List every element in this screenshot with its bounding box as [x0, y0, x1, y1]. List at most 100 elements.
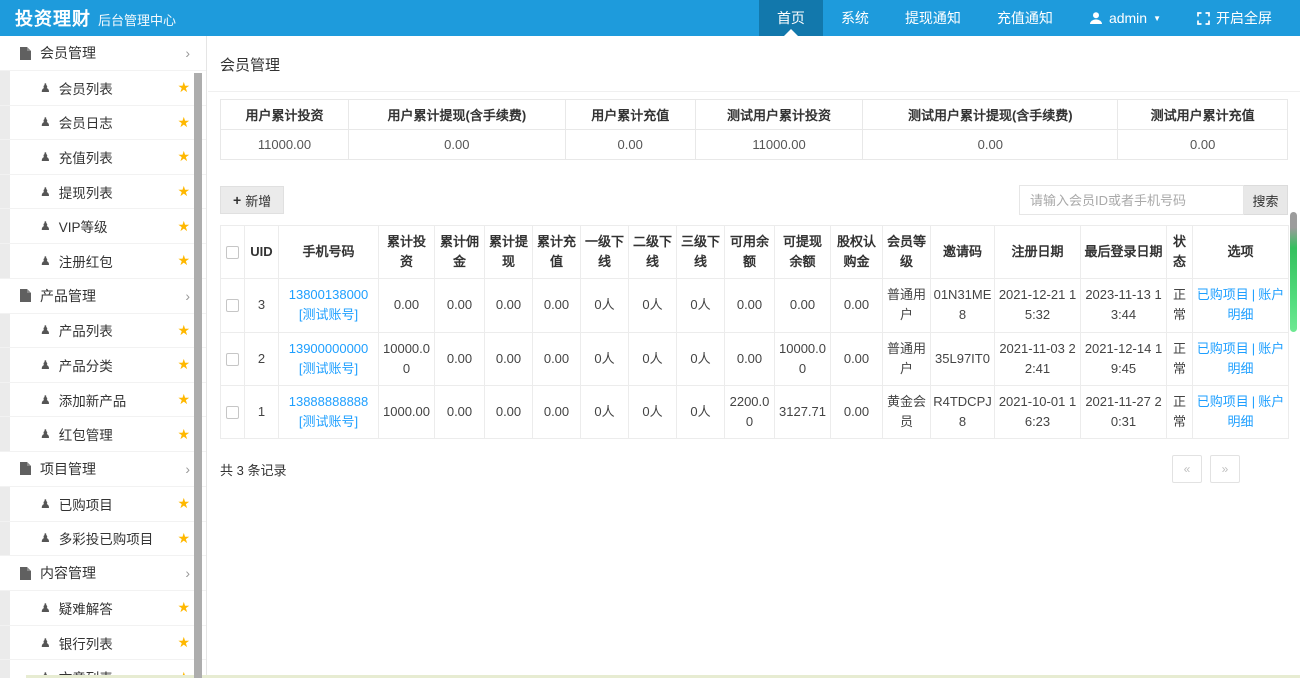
star-icon[interactable]: ★ [177, 183, 190, 200]
file-icon [20, 567, 31, 580]
star-icon[interactable]: ★ [177, 218, 190, 235]
cell-member-level: 普通用户 [883, 332, 931, 385]
star-icon[interactable]: ★ [177, 114, 190, 131]
cell-available-balance: 0.00 [725, 279, 775, 332]
cell-register-date: 2021-12-21 15:32 [995, 279, 1081, 332]
sidebar-item[interactable]: ♟ 充值列表 ★ [0, 140, 206, 175]
nav-item-0[interactable]: 首页 [759, 0, 823, 36]
cell-level1-downline: 0人 [581, 279, 629, 332]
next-page-button[interactable]: » [1210, 455, 1240, 483]
column-header: 状态 [1167, 226, 1193, 279]
sidebar-item[interactable]: ♟ 疑难解答 ★ [0, 591, 206, 626]
star-icon[interactable]: ★ [177, 530, 190, 547]
column-header: 最后登录日期 [1081, 226, 1167, 279]
star-icon[interactable]: ★ [177, 391, 190, 408]
stats-value: 11000.00 [221, 130, 349, 160]
prev-page-button[interactable]: « [1172, 455, 1202, 483]
sidebar-item-label: 产品分类 [59, 355, 113, 375]
nav-item-2[interactable]: 提现通知 [887, 0, 979, 36]
row-checkbox[interactable] [226, 353, 239, 366]
phone-link[interactable]: 13800138000 [测试账号] [289, 287, 369, 322]
cell-total-recharge: 0.00 [533, 332, 581, 385]
sidebar-item[interactable]: ♟ 已购项目 ★ [0, 487, 206, 522]
row-checkbox[interactable] [226, 299, 239, 312]
sidebar: 会员管理 › ♟ 会员列表 ★ ♟ 会员日志 ★ ♟ 充值列表 ★ ♟ 提现列表… [0, 36, 207, 678]
sidebar-item[interactable]: ♟ VIP等级 ★ [0, 209, 206, 244]
cell-last-login: 2021-12-14 19:45 [1081, 332, 1167, 385]
sidebar-group[interactable]: 内容管理 › [0, 556, 206, 591]
sidebar-item[interactable]: ♟ 多彩投已购项目 ★ [0, 522, 206, 557]
sidebar-item[interactable]: ♟ 银行列表 ★ [0, 626, 206, 661]
sidebar-item-label: 银行列表 [59, 633, 113, 653]
chevron-down-icon: ▼ [1153, 14, 1161, 23]
phone-link[interactable]: 13900000000 [测试账号] [289, 341, 369, 376]
star-icon[interactable]: ★ [177, 252, 190, 269]
stats-header: 用户累计提现(含手续费) [349, 100, 566, 130]
sidebar-group[interactable]: 产品管理 › [0, 279, 206, 314]
cell-select [221, 385, 245, 438]
sidebar-item[interactable]: ♟ 产品列表 ★ [0, 314, 206, 349]
star-icon[interactable]: ★ [177, 599, 190, 616]
cell-options: 已购项目|账户明细 [1193, 385, 1289, 438]
content-scrollbar[interactable] [1290, 212, 1297, 332]
sidebar-item[interactable]: ♟ 产品分类 ★ [0, 348, 206, 383]
cell-total-commission: 0.00 [435, 385, 485, 438]
search-button[interactable]: 搜索 [1244, 185, 1288, 215]
purchased-projects-link[interactable]: 已购项目 [1197, 287, 1249, 302]
nav-user-menu[interactable]: admin ▼ [1071, 0, 1179, 36]
sidebar-group[interactable]: 项目管理 › [0, 452, 206, 487]
cell-options: 已购项目|账户明细 [1193, 332, 1289, 385]
chevron-right-icon: › [185, 565, 190, 581]
cell-status: 正常 [1167, 279, 1193, 332]
select-all-checkbox[interactable] [226, 246, 239, 259]
sidebar-scrollbar[interactable] [194, 73, 202, 678]
star-icon[interactable]: ★ [177, 356, 190, 373]
cell-invite-code: 01N31ME8 [931, 279, 995, 332]
sidebar-item[interactable]: ♟ 红包管理 ★ [0, 417, 206, 452]
component-icon: ♟ [40, 359, 51, 371]
component-icon: ♟ [40, 637, 51, 649]
cell-level1-downline: 0人 [581, 385, 629, 438]
table-row: 1 13888888888 [测试账号] 1000.00 0.00 0.00 0… [221, 385, 1289, 438]
sidebar-item-label: 疑难解答 [59, 598, 113, 618]
purchased-projects-link[interactable]: 已购项目 [1197, 341, 1249, 356]
star-icon[interactable]: ★ [177, 634, 190, 651]
star-icon[interactable]: ★ [177, 495, 190, 512]
column-header: 选项 [1193, 226, 1289, 279]
star-icon[interactable]: ★ [177, 426, 190, 443]
star-icon[interactable]: ★ [177, 322, 190, 339]
sidebar-group[interactable]: 会员管理 › [0, 36, 206, 71]
sidebar-item[interactable]: ♟ 提现列表 ★ [0, 175, 206, 210]
cell-uid: 3 [245, 279, 279, 332]
nav-item-3[interactable]: 充值通知 [979, 0, 1071, 36]
row-checkbox[interactable] [226, 406, 239, 419]
members-table: UID手机号码累计投资累计佣金累计提现累计充值一级下线二级下线三级下线可用余额可… [220, 225, 1289, 439]
star-icon[interactable]: ★ [177, 79, 190, 96]
cell-equity-subscription: 0.00 [831, 385, 883, 438]
cell-register-date: 2021-11-03 22:41 [995, 332, 1081, 385]
column-header: 股权认购金 [831, 226, 883, 279]
component-icon: ♟ [40, 220, 51, 232]
phone-link[interactable]: 13888888888 [测试账号] [289, 394, 369, 429]
sidebar-group-label: 产品管理 [40, 286, 96, 306]
purchased-projects-link[interactable]: 已购项目 [1197, 394, 1249, 409]
sidebar-item-label: 红包管理 [59, 424, 113, 444]
search-input[interactable] [1019, 185, 1244, 215]
add-button[interactable]: + 新增 [220, 186, 284, 214]
sidebar-item-label: 提现列表 [59, 182, 113, 202]
app-brand: 投资理财 后台管理中心 [0, 5, 176, 31]
nav-item-1[interactable]: 系统 [823, 0, 887, 36]
nav-fullscreen[interactable]: 开启全屏 [1179, 0, 1290, 36]
star-icon[interactable]: ★ [177, 148, 190, 165]
sidebar-item[interactable]: ♟ 会员日志 ★ [0, 106, 206, 141]
brand-subtitle: 后台管理中心 [98, 10, 176, 29]
sidebar-item[interactable]: ♟ 注册红包 ★ [0, 244, 206, 279]
column-header: 会员等级 [883, 226, 931, 279]
sidebar-item[interactable]: ♟ 添加新产品 ★ [0, 383, 206, 418]
nav-item-label: 充值通知 [997, 8, 1053, 28]
sidebar-item[interactable]: ♟ 会员列表 ★ [0, 71, 206, 106]
cell-total-withdraw: 0.00 [485, 279, 533, 332]
column-header: 邀请码 [931, 226, 995, 279]
column-header: 累计佣金 [435, 226, 485, 279]
cell-last-login: 2021-11-27 20:31 [1081, 385, 1167, 438]
